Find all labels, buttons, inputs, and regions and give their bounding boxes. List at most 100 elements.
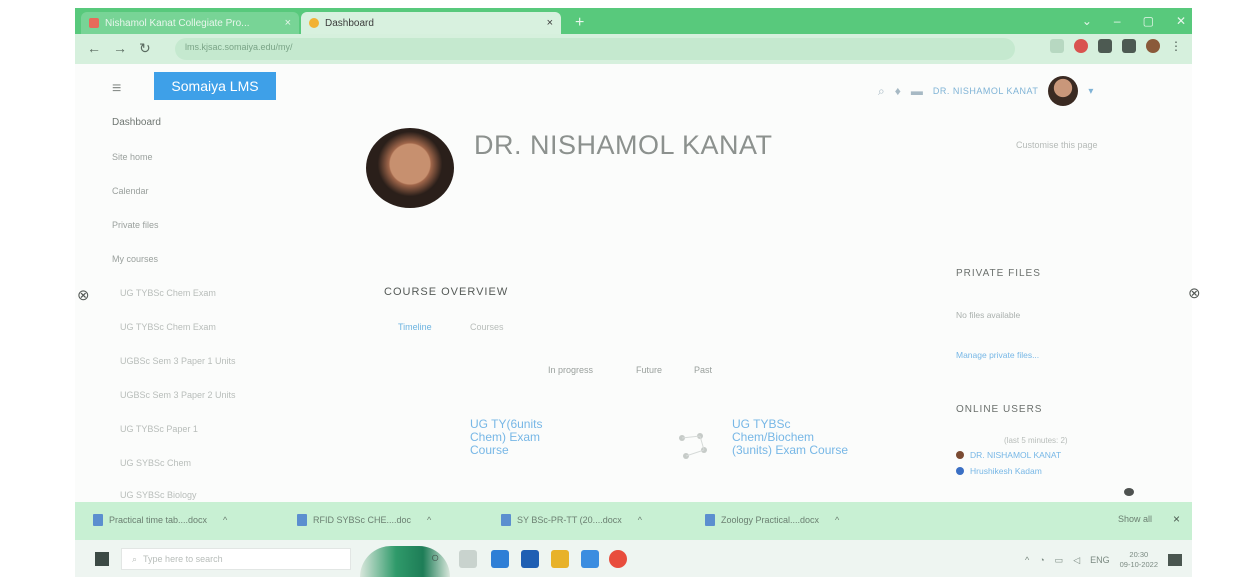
- window-close-icon[interactable]: ✕: [1176, 14, 1186, 28]
- chat-icon[interactable]: ▬: [911, 84, 923, 98]
- filter-past[interactable]: Past: [694, 365, 712, 375]
- new-tab-button[interactable]: +: [575, 14, 584, 32]
- nav-my-courses[interactable]: My courses: [112, 254, 158, 264]
- youtube-favicon-icon: [89, 18, 99, 28]
- nav-course-item[interactable]: UG TYBSc Chem Exam: [120, 288, 216, 298]
- filter-in-progress[interactable]: In progress: [548, 365, 593, 375]
- nav-course-item[interactable]: UGBSc Sem 3 Paper 2 Units: [120, 390, 236, 400]
- nav-calendar[interactable]: Calendar: [112, 186, 149, 196]
- minimize-icon[interactable]: –: [1114, 14, 1121, 28]
- notification-icon[interactable]: [1168, 554, 1182, 566]
- profile-picture: [366, 128, 454, 208]
- bell-icon[interactable]: ♦: [895, 84, 901, 98]
- header-user-name[interactable]: DR. NISHAMOL KANAT: [933, 86, 1039, 96]
- online-user-name: DR. NISHAMOL KANAT: [970, 450, 1062, 460]
- back-icon[interactable]: ←: [87, 40, 101, 56]
- tab-close-icon[interactable]: ×: [285, 17, 291, 29]
- search-icon: ⌕: [132, 553, 138, 564]
- download-label: Zoology Practical....docx: [721, 515, 820, 525]
- chevron-up-icon[interactable]: ^: [427, 515, 431, 525]
- volume-icon[interactable]: ◁: [1073, 555, 1080, 566]
- course-card-link[interactable]: UG TY(6units Chem) Exam Course: [470, 418, 580, 457]
- search-placeholder: Type here to search: [143, 554, 223, 564]
- nav-course-item[interactable]: UG TYBSc Paper 1: [120, 424, 198, 434]
- kebab-menu-icon[interactable]: ⋮: [1170, 39, 1182, 53]
- lang-indicator[interactable]: ENG: [1090, 555, 1110, 565]
- network-icon[interactable]: ◔: [1039, 555, 1044, 565]
- menu-icon[interactable]: ≡: [112, 80, 121, 98]
- tab-label: Dashboard: [325, 17, 374, 29]
- battery-icon[interactable]: ▭: [1055, 555, 1064, 566]
- brand-button[interactable]: Somaiya LMS: [154, 72, 276, 100]
- course-overview-title: COURSE OVERVIEW: [384, 286, 509, 298]
- course-card-link[interactable]: UG TYBSc Chem/Biochem (3units) Exam Cour…: [732, 418, 852, 457]
- online-user[interactable]: Hrushikesh Kadam: [956, 466, 1042, 476]
- downloads-bar: Practical time tab....docx ^ RFID SYBSc …: [75, 502, 1192, 540]
- chevron-up-icon[interactable]: ^: [223, 515, 227, 525]
- header-user-area: ⌕ ♦ ▬ DR. NISHAMOL KANAT ▾: [878, 76, 1093, 106]
- profile-icon[interactable]: [1146, 39, 1160, 53]
- download-label: SY BSc-PR-TT (20....docx: [517, 515, 622, 525]
- lms-favicon-icon: [309, 18, 319, 28]
- nav-course-item[interactable]: UGBSc Sem 3 Paper 1 Units: [120, 356, 236, 366]
- sidebar-icon[interactable]: [1122, 39, 1136, 53]
- word-icon[interactable]: [521, 550, 539, 568]
- nav-course-item[interactable]: UG SYBSc Biology: [120, 490, 197, 500]
- extension-icon[interactable]: [1074, 39, 1088, 53]
- nav-course-item[interactable]: UG SYBSc Chem: [120, 458, 191, 468]
- reload-icon[interactable]: ↻: [139, 40, 151, 57]
- tab-label: Nishamol Kanat Collegiate Pro...: [105, 17, 250, 29]
- url-text: lms.kjsac.somaiya.edu/my/: [185, 42, 293, 52]
- taskbar-search-input[interactable]: ⌕ Type here to search: [121, 548, 351, 570]
- browser-tab-dashboard[interactable]: Dashboard ×: [301, 12, 561, 34]
- download-item[interactable]: Zoology Practical....docx ^: [705, 514, 839, 526]
- show-all-button[interactable]: Show all: [1118, 514, 1152, 524]
- nav-site-home[interactable]: Site home: [112, 152, 153, 162]
- chrome-icon[interactable]: [609, 550, 627, 568]
- page-title: DR. NISHAMOL KANAT: [474, 130, 773, 160]
- clock-time: 20:30: [1129, 550, 1149, 559]
- avatar[interactable]: [1048, 76, 1079, 106]
- tab-close-icon[interactable]: ×: [547, 17, 553, 29]
- address-bar[interactable]: lms.kjsac.somaiya.edu/my/: [175, 38, 1015, 60]
- window-controls: ⌄ – ▢ ✕: [1082, 14, 1186, 28]
- download-item[interactable]: SY BSc-PR-TT (20....docx ^: [501, 514, 642, 526]
- nav-course-item[interactable]: UG TYBSc Chem Exam: [120, 322, 216, 332]
- chat-bubble-icon[interactable]: [1124, 488, 1134, 496]
- task-view-icon[interactable]: [459, 550, 477, 568]
- online-user[interactable]: DR. NISHAMOL KANAT: [956, 450, 1061, 460]
- chevron-up-icon[interactable]: ^: [835, 515, 839, 525]
- puzzle-icon[interactable]: [1098, 39, 1112, 53]
- app-icon[interactable]: [491, 550, 509, 568]
- filter-future[interactable]: Future: [636, 365, 662, 375]
- private-files-empty: No files available: [956, 310, 1021, 320]
- tab-timeline[interactable]: Timeline: [398, 322, 432, 332]
- download-item[interactable]: RFID SYBSc CHE....doc ^: [297, 514, 431, 526]
- cortana-icon[interactable]: ○: [431, 549, 439, 565]
- download-item[interactable]: Practical time tab....docx ^: [93, 514, 227, 526]
- word-doc-icon: [705, 514, 715, 526]
- close-icon[interactable]: ×: [1173, 512, 1180, 526]
- file-explorer-icon[interactable]: [551, 550, 569, 568]
- chevron-up-icon[interactable]: ^: [1025, 555, 1029, 565]
- windows-start-icon[interactable]: [95, 552, 109, 566]
- browser-tab-strip: Nishamol Kanat Collegiate Pro... × Dashb…: [75, 8, 1192, 34]
- browser-tab-profile[interactable]: Nishamol Kanat Collegiate Pro... ×: [81, 12, 299, 34]
- browser-toolbar: ← → ↻ lms.kjsac.somaiya.edu/my/ ⋮: [75, 34, 1192, 64]
- search-icon[interactable]: ⌕: [878, 84, 885, 99]
- tab-courses[interactable]: Courses: [470, 322, 504, 332]
- bookmark-star-icon[interactable]: [1050, 39, 1064, 53]
- forward-icon[interactable]: →: [113, 40, 127, 56]
- maximize-icon[interactable]: ▢: [1143, 14, 1154, 28]
- chevron-down-icon[interactable]: ▾: [1088, 86, 1093, 97]
- window-menu-icon[interactable]: ⌄: [1082, 14, 1092, 28]
- course-placeholder-icon: [679, 433, 707, 459]
- scan-marker-icon: ⊗: [77, 287, 90, 304]
- customise-page-button[interactable]: Customise this page: [1016, 140, 1098, 150]
- app-icon[interactable]: [581, 550, 599, 568]
- taskbar-clock[interactable]: 20:30 09-10-2022: [1120, 550, 1158, 570]
- nav-dashboard[interactable]: Dashboard: [112, 117, 161, 128]
- chevron-up-icon[interactable]: ^: [638, 515, 642, 525]
- manage-private-files-link[interactable]: Manage private files...: [956, 350, 1039, 360]
- nav-private-files[interactable]: Private files: [112, 220, 159, 230]
